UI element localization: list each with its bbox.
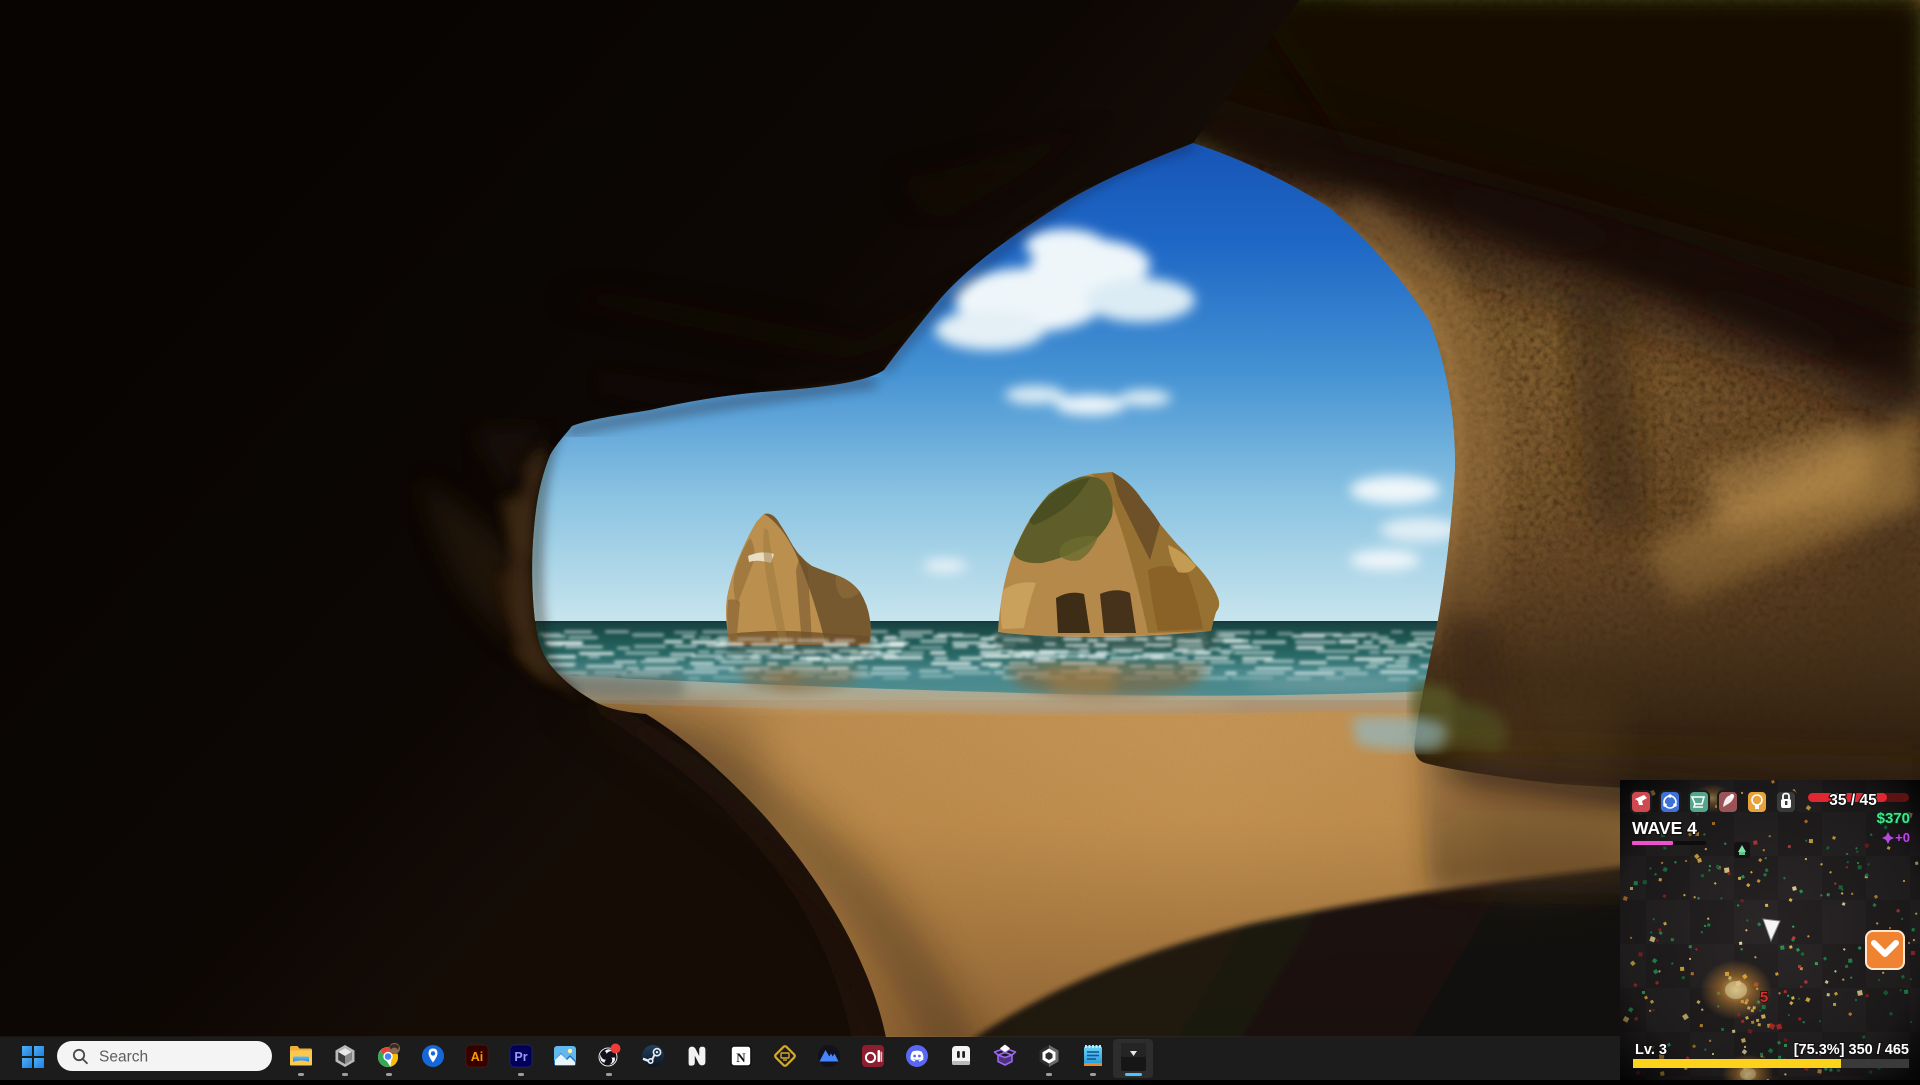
- svg-text:WAVE 4: WAVE 4: [1632, 818, 1697, 838]
- svg-text:35 / 45: 35 / 45: [1829, 792, 1877, 809]
- svg-text:+0: +0: [1895, 830, 1910, 845]
- svg-text:5: 5: [1760, 989, 1768, 1006]
- svg-text:N: N: [736, 1050, 746, 1065]
- svg-text:Search: Search: [99, 1049, 148, 1066]
- svg-text:[75.3%] 350 / 465: [75.3%] 350 / 465: [1794, 1042, 1909, 1058]
- svg-text:Lv. 3: Lv. 3: [1635, 1042, 1667, 1058]
- svg-text:Ai: Ai: [471, 1050, 484, 1064]
- svg-text:Pr: Pr: [514, 1050, 527, 1064]
- svg-text:$370: $370: [1877, 810, 1910, 827]
